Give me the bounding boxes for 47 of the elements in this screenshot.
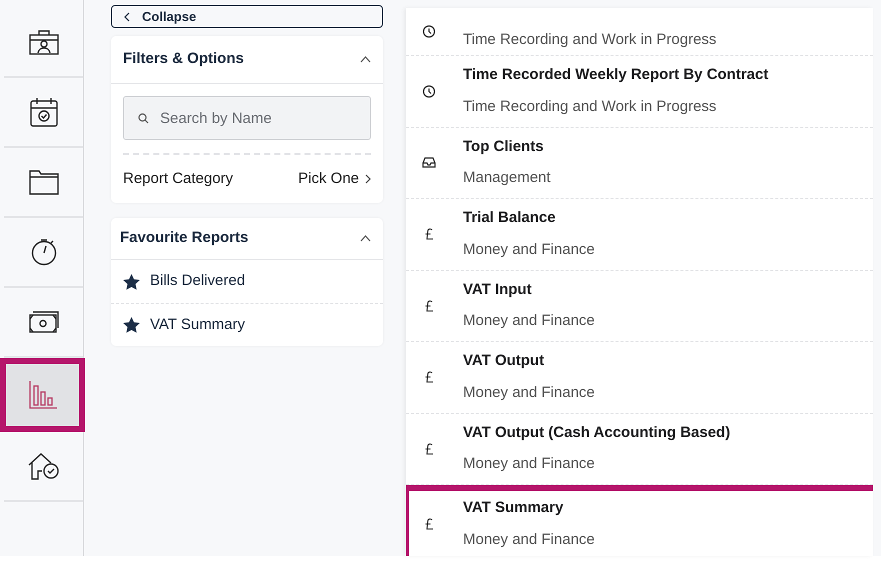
search-field[interactable]: Search by Name [123, 96, 371, 140]
panel-title: Favourite Reports [120, 228, 248, 248]
house-check-icon [28, 452, 60, 480]
collapse-button[interactable]: Collapse [111, 5, 383, 28]
report-category: Money and Finance [463, 530, 595, 550]
stopwatch-icon [30, 238, 56, 266]
report-title: Time Recorded Weekly Report By Contract [463, 65, 768, 86]
category-picker[interactable]: Pick One [298, 168, 371, 190]
cash-icon [28, 311, 58, 333]
briefcase-icon [28, 29, 58, 55]
panel-title: Filters & Options [123, 49, 244, 70]
report-item[interactable]: VAT Output (Cash Accounting Based) Money and Finance [406, 414, 873, 485]
chevron-right-icon [365, 174, 371, 184]
report-category: Management [463, 168, 551, 188]
chevron-icon[interactable] [360, 235, 371, 242]
report-item[interactable]: VAT Summary Money and Finance [406, 485, 873, 556]
report-category: Money and Finance [463, 240, 595, 260]
report-item[interactable]: Trial Balance Money and Finance [406, 199, 873, 270]
star-icon [123, 317, 140, 333]
report-item[interactable]: Top Clients Management [406, 128, 873, 199]
chevron-icon[interactable] [360, 56, 371, 63]
report-category: Money and Finance [463, 454, 596, 474]
report-category: Time Recording and Work in Progress [463, 96, 718, 117]
report-category: Time Recording and Work in Progress [463, 30, 716, 50]
report-item[interactable]: VAT Output Money and Finance [406, 342, 873, 414]
report-title: VAT Input [463, 280, 533, 300]
report-category: Money and Finance [463, 311, 595, 332]
bar-chart-icon [28, 380, 58, 410]
report-item[interactable]: VAT Input Money and Finance [406, 270, 873, 342]
report-item[interactable]: Time Recording and Work in Progress [406, 8, 873, 56]
chevron-left-icon [124, 12, 130, 22]
field-label: Report Category [123, 168, 234, 189]
clock-icon [422, 25, 436, 38]
report-category: Money and Finance [463, 382, 595, 403]
report-title: VAT Summary [463, 498, 564, 518]
star-icon [123, 274, 140, 290]
report-item[interactable]: Time Recorded Weekly Report By Contract Time Recording and Work in Progress [406, 56, 873, 128]
folder-icon [28, 169, 58, 195]
calendar-icon [30, 97, 58, 127]
report-title: VAT Output (Cash Accounting Based) [463, 422, 730, 443]
report-title: Trial Balance [463, 208, 557, 228]
inbox-icon [422, 157, 436, 168]
report-title: Top Clients [463, 136, 545, 157]
favourite-item[interactable]: VAT Summary [111, 303, 383, 346]
report-title: VAT Output [463, 351, 546, 372]
clock-icon [422, 84, 436, 98]
favourite-item[interactable]: Bills Delivered [111, 260, 383, 303]
